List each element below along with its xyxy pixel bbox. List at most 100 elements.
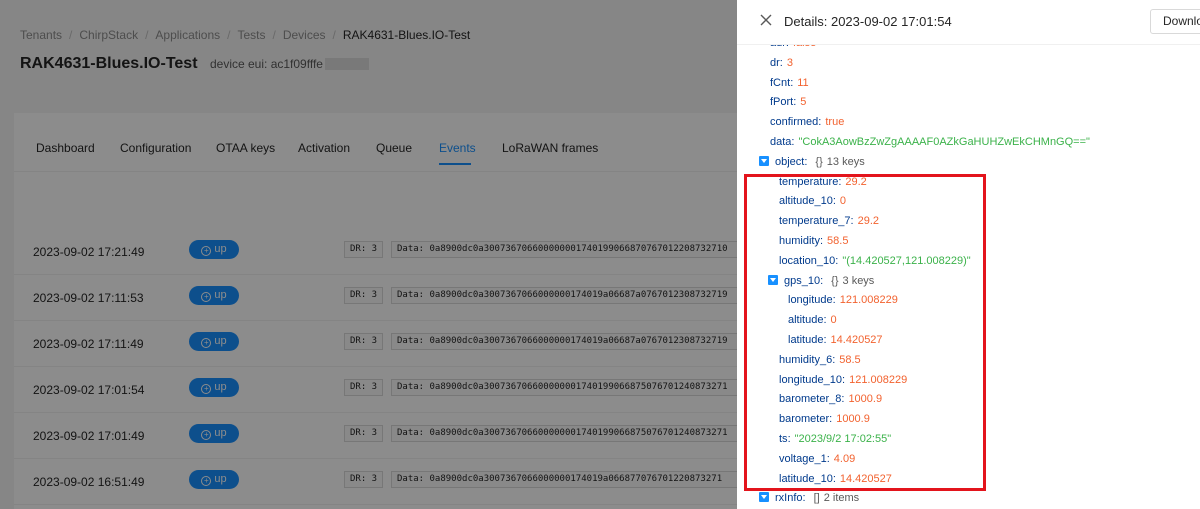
json-value: 121.008229	[839, 294, 898, 307]
event-time: 2023-09-02 17:01:49	[33, 429, 145, 443]
event-type-button[interactable]: + up	[189, 286, 239, 305]
tab-configuration[interactable]: Configuration	[120, 141, 191, 155]
drawer-header: Details: 2023-09-02 17:01:54 Download	[737, 0, 1200, 45]
tab-events[interactable]: Events	[439, 141, 476, 155]
breadcrumb-separator: /	[272, 28, 276, 42]
event-time: 2023-09-02 17:21:49	[33, 245, 145, 259]
details-drawer: adr:falsedr:3fCnt:11fPort:5confirmed:tru…	[737, 0, 1200, 509]
event-row[interactable]: 2023-09-02 17:11:53 + up DR: 3 Data: 0a8900d…	[14, 275, 754, 321]
json-field: location_10: "(14.420527,121.008229)"	[779, 254, 971, 267]
breadcrumb-link[interactable]: Applications	[155, 28, 220, 42]
json-key: altitude	[788, 314, 824, 327]
json-key: location_10	[779, 254, 836, 267]
json-field: fPort: 5	[770, 96, 807, 109]
json-node[interactable]: object:{} 13 keys	[759, 153, 865, 171]
json-key: voltage_1	[779, 452, 827, 465]
json-key: confirmed	[770, 116, 819, 129]
plus-circle-icon: +	[201, 292, 212, 302]
json-field: fCnt: 11	[770, 76, 809, 89]
data-tag: Data: 0a8900dc0a3007367066000000174019a0…	[391, 333, 754, 350]
json-key: altitude_10	[779, 195, 833, 208]
event-type-button[interactable]: + up	[189, 424, 239, 443]
data-tag: Data: 0a8900dc0a3007367066000000174019a0…	[391, 287, 754, 304]
event-type-label: up	[214, 243, 227, 255]
breadcrumb-link[interactable]: ChirpStack	[79, 28, 138, 42]
json-field: latitude_10: 14.420527	[779, 472, 892, 485]
data-tag: Data: 0a8900dc0a300736706600000001740199…	[391, 241, 754, 258]
tab-otaa-keys[interactable]: OTAA keys	[216, 141, 275, 155]
breadcrumb-link[interactable]: Tests	[237, 28, 265, 42]
caret-down-icon[interactable]	[759, 155, 769, 166]
json-field: voltage_1: 4.09	[779, 452, 856, 465]
caret-down-icon[interactable]	[759, 492, 769, 503]
json-node[interactable]: rxInfo:[] 2 items	[759, 489, 859, 507]
event-type-label: up	[214, 289, 227, 301]
json-field: confirmed: true	[770, 116, 845, 129]
json-meta: 13 keys	[826, 155, 865, 168]
json-field: barometer_8: 1000.9	[779, 393, 883, 406]
event-row[interactable]: 2023-09-02 17:01:54 + up DR: 3 Data: 0a8900d…	[14, 367, 754, 413]
tab-lorawan-frames[interactable]: LoRaWAN frames	[502, 141, 598, 155]
json-node[interactable]: gps_10:{} 3 keys	[768, 272, 874, 290]
close-icon[interactable]	[758, 12, 774, 28]
dr-tag: DR: 3	[344, 379, 384, 396]
drawer-title: Details: 2023-09-02 17:01:54	[784, 14, 952, 29]
tab-activation[interactable]: Activation	[298, 141, 350, 155]
data-tag: Data: 0a8900dc0a3007367066000000174019a0…	[391, 471, 754, 488]
event-row[interactable]: 2023-09-02 16:51:49 + up DR: 3 Data: 0a8900d…	[14, 459, 754, 505]
breadcrumb-separator: /	[332, 28, 336, 42]
event-row[interactable]: 2023-09-02 17:21:49 + up DR: 3 Data: 0a8900d…	[14, 229, 754, 275]
json-key: object	[775, 155, 805, 168]
json-field: longitude_10: 121.008229	[779, 373, 908, 386]
event-time: 2023-09-02 16:51:49	[33, 475, 145, 489]
page-title: RAK4631-Blues.IO-Test	[20, 55, 198, 72]
breadcrumb-separator: /	[69, 28, 73, 42]
json-field: temperature: 29.2	[779, 175, 867, 188]
event-type-button[interactable]: + up	[189, 470, 239, 489]
json-value: 58.5	[827, 235, 849, 247]
breadcrumb-link[interactable]: Tenants	[20, 28, 62, 42]
data-tag: Data: 0a8900dc0a300736706600000001740199…	[391, 379, 754, 396]
device-tabs-card: Dashboard Configuration OTAA keys Activa…	[14, 113, 754, 509]
json-value: 29.2	[845, 175, 867, 188]
breadcrumb-link[interactable]: Devices	[283, 28, 326, 42]
json-key: humidity_6	[779, 353, 833, 366]
event-type-button[interactable]: + up	[189, 240, 239, 259]
event-type-label: up	[214, 381, 227, 393]
device-header: RAK4631-Blues.IO-Test device eui: ac1f09…	[20, 55, 369, 73]
json-value: 121.008229	[849, 373, 908, 386]
event-row[interactable]: 2023-09-02 17:11:49 + up DR: 3 Data: 0a8900d…	[14, 321, 754, 367]
json-key: temperature	[779, 175, 839, 188]
json-key: barometer	[779, 413, 830, 426]
active-tab-indicator	[439, 163, 471, 165]
event-type-button[interactable]: + up	[189, 378, 239, 397]
json-field: barometer: 1000.9	[779, 413, 870, 426]
event-type-label: up	[214, 335, 227, 347]
download-button[interactable]: Download	[1150, 9, 1200, 34]
json-field: longitude: 121.008229	[788, 294, 898, 307]
caret-down-icon[interactable]	[768, 274, 778, 285]
plus-circle-icon: +	[201, 338, 212, 348]
tab-dashboard[interactable]: Dashboard	[36, 141, 95, 155]
plus-circle-icon: +	[201, 476, 212, 486]
json-key: rxInfo	[775, 492, 803, 505]
tab-divider	[14, 171, 754, 172]
json-key: temperature_7	[779, 215, 851, 228]
json-value: 14.420527	[839, 472, 892, 485]
json-key: fCnt	[770, 76, 791, 89]
dr-tag: DR: 3	[344, 241, 384, 258]
plus-circle-icon: +	[201, 430, 212, 440]
event-time: 2023-09-02 17:11:53	[33, 291, 144, 305]
event-type-label: up	[214, 427, 227, 439]
tab-queue[interactable]: Queue	[376, 141, 412, 155]
event-row[interactable]: 2023-09-02 17:01:49 + up DR: 3 Data: 0a8900d…	[14, 413, 754, 459]
plus-circle-icon: +	[201, 246, 212, 256]
redacted-eui	[324, 58, 369, 70]
json-value: 0	[830, 314, 837, 327]
json-field: altitude: 0	[788, 314, 837, 327]
json-value: {}	[831, 274, 839, 287]
json-key: barometer_8	[779, 393, 842, 406]
event-time: 2023-09-02 17:01:54	[33, 383, 145, 397]
json-value: 3	[786, 56, 793, 69]
event-type-button[interactable]: + up	[189, 332, 239, 351]
